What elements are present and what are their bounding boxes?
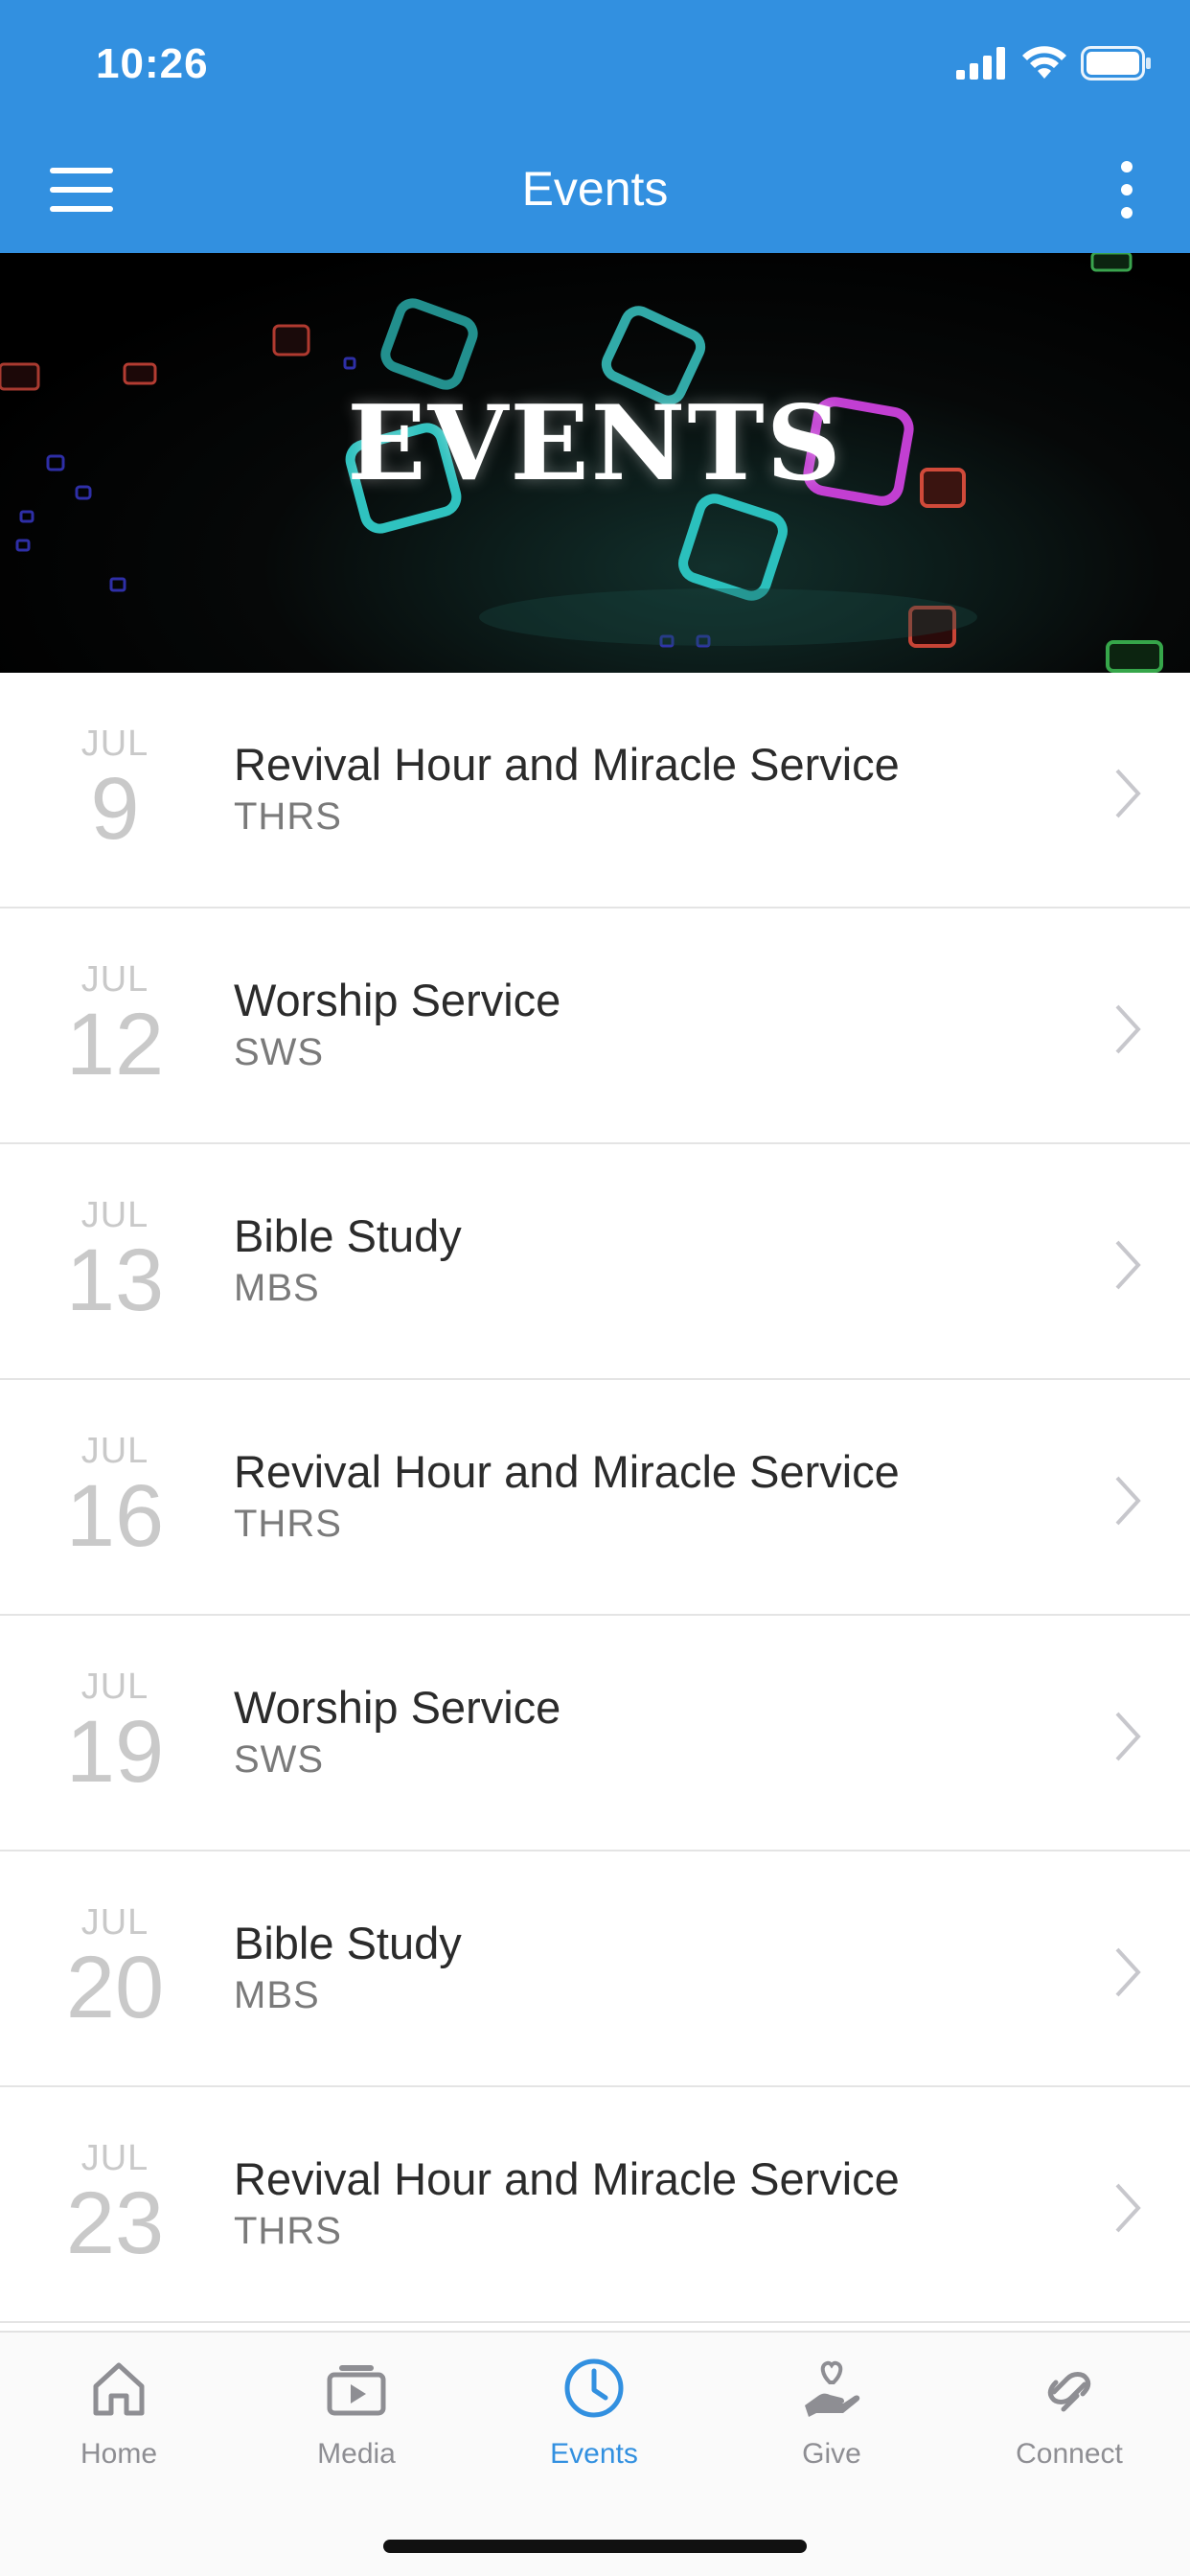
event-day: 16 [65, 1467, 165, 1565]
tab-label: Give [802, 2438, 861, 2470]
chevron-right-icon [1115, 1240, 1141, 1290]
banner-title: EVENTS [347, 383, 843, 504]
event-title: Revival Hour and Miracle Service [234, 1446, 900, 1497]
more-vertical-icon[interactable] [1098, 153, 1156, 226]
event-code: SWS [234, 1031, 325, 1073]
event-title: Revival Hour and Miracle Service [234, 739, 900, 790]
event-day: 13 [65, 1231, 165, 1329]
event-month: JUL [80, 1902, 149, 1943]
event-month: JUL [80, 724, 149, 764]
give-hand-heart-icon [805, 2360, 860, 2417]
page-title: Events [521, 162, 669, 216]
event-month: JUL [80, 1667, 149, 1707]
event-month: JUL [80, 1431, 149, 1471]
event-date: JUL 23 [38, 2139, 192, 2267]
event-title: Worship Service [234, 975, 561, 1025]
event-row[interactable]: JUL 12 Worship Service SWS [0, 908, 1190, 1144]
media-play-icon [327, 2365, 386, 2416]
tab-connect[interactable]: Connect [950, 2354, 1188, 2517]
event-code: SWS [234, 1738, 325, 1781]
event-row[interactable]: JUL 16 Revival Hour and Miracle Service … [0, 1380, 1190, 1616]
clock-icon [564, 2358, 624, 2418]
status-time: 10:26 [96, 40, 209, 87]
event-date: JUL 19 [38, 1668, 192, 1796]
chevron-right-icon [1115, 1947, 1141, 1997]
event-row[interactable]: JUL 13 Bible Study MBS [0, 1144, 1190, 1380]
event-month: JUL [80, 1195, 149, 1235]
events-banner: EVENTS [0, 253, 1190, 673]
cellular-signal-icon [956, 47, 1005, 80]
chevron-right-icon [1115, 1004, 1141, 1054]
status-bar: 10:26 [0, 0, 1190, 126]
event-date: JUL 9 [38, 724, 192, 853]
event-date: JUL 13 [38, 1196, 192, 1324]
chevron-right-icon [1115, 1476, 1141, 1526]
tab-label: Events [550, 2438, 638, 2470]
home-indicator[interactable] [383, 2540, 807, 2553]
event-day: 23 [65, 2174, 165, 2272]
battery-icon [1081, 46, 1151, 80]
event-title: Worship Service [234, 1682, 561, 1733]
event-row[interactable]: JUL 20 Bible Study MBS [0, 1852, 1190, 2087]
event-code: THRS [234, 795, 342, 838]
event-date: JUL 12 [38, 960, 192, 1089]
event-title: Revival Hour and Miracle Service [234, 2153, 900, 2204]
wifi-icon [1022, 46, 1066, 79]
event-code: THRS [234, 1503, 342, 1545]
event-day: 9 [90, 760, 140, 858]
event-row[interactable]: JUL 19 Worship Service SWS [0, 1616, 1190, 1852]
events-list: JUL 9 Revival Hour and Miracle Service T… [0, 673, 1190, 2323]
home-icon [93, 2362, 145, 2416]
tab-home[interactable]: Home [0, 2354, 238, 2517]
event-day: 19 [65, 1703, 165, 1801]
status-icons [956, 46, 1152, 80]
chevron-right-icon [1115, 1712, 1141, 1761]
event-day: 12 [65, 996, 165, 1093]
event-code: MBS [234, 1267, 320, 1309]
event-code: MBS [234, 1974, 320, 2016]
chevron-right-icon [1115, 2183, 1141, 2233]
tab-label: Connect [1016, 2438, 1123, 2470]
event-date: JUL 20 [38, 1903, 192, 2032]
event-row[interactable]: JUL 23 Revival Hour and Miracle Service … [0, 2087, 1190, 2323]
event-date: JUL 16 [38, 1432, 192, 1560]
event-title: Bible Study [234, 1918, 462, 1968]
event-month: JUL [80, 959, 149, 1000]
nav-bar: Events [0, 126, 1190, 253]
event-month: JUL [80, 2138, 149, 2178]
tab-give[interactable]: Give [713, 2354, 950, 2517]
event-title: Bible Study [234, 1210, 462, 1261]
chevron-right-icon [1115, 769, 1141, 818]
tab-label: Media [317, 2438, 396, 2470]
tab-events[interactable]: Events [475, 2354, 713, 2517]
connect-link-icon [1047, 2372, 1091, 2412]
event-code: THRS [234, 2210, 342, 2252]
event-row[interactable]: JUL 9 Revival Hour and Miracle Service T… [0, 673, 1190, 908]
tab-label: Home [80, 2438, 158, 2470]
event-day: 20 [65, 1939, 165, 2036]
tab-media[interactable]: Media [238, 2354, 475, 2517]
